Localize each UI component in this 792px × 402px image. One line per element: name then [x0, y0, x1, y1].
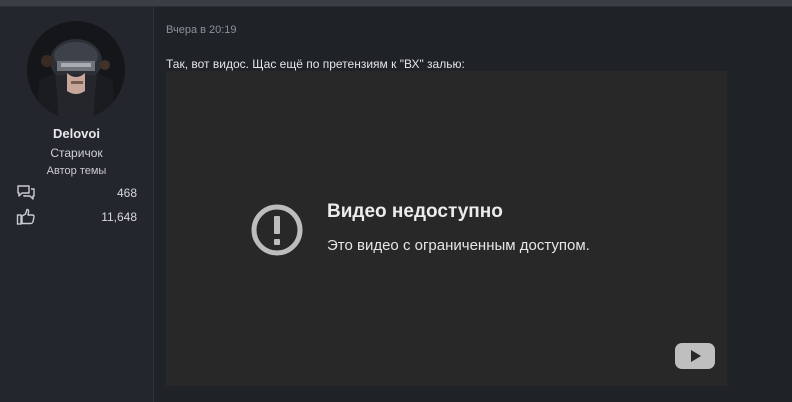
user-title: Старичок: [50, 146, 103, 160]
column-divider: [153, 7, 154, 402]
speech-bubbles-icon: [16, 184, 36, 202]
thumbs-up-icon: [16, 208, 36, 226]
avatar[interactable]: [27, 21, 125, 119]
embedded-video[interactable]: Видео недоступно Это видео с ограниченны…: [166, 71, 727, 386]
youtube-play-icon[interactable]: [674, 342, 716, 370]
username[interactable]: Delovoi: [0, 126, 153, 141]
messages-count: 468: [116, 186, 137, 200]
thread-author-badge: Автор темы: [46, 165, 107, 177]
post-text: Так, вот видос. Щас ещё по претензиям к …: [166, 57, 465, 71]
post-date[interactable]: Вчера в 20:19: [166, 24, 237, 36]
video-unavailable-title: Видео недоступно: [327, 201, 503, 222]
likes-stat: 11,648: [16, 208, 137, 226]
exclamation-circle-icon: [250, 203, 304, 257]
likes-count: 11,648: [101, 210, 137, 224]
messages-stat: 468: [16, 184, 137, 202]
video-unavailable-message: Это видео с ограниченным доступом.: [327, 237, 590, 254]
